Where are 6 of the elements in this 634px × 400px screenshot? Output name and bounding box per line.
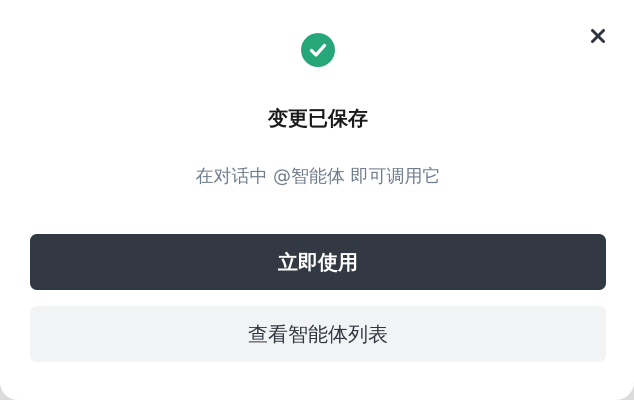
dialog-message: 在对话中 @智能体 即可调用它 [195, 165, 441, 189]
success-check-icon [301, 33, 335, 67]
use-now-button[interactable]: 立即使用 [30, 234, 606, 290]
dialog-title: 变更已保存 [268, 105, 368, 131]
view-list-button[interactable]: 查看智能体列表 [30, 306, 606, 362]
close-icon[interactable] [590, 28, 606, 44]
